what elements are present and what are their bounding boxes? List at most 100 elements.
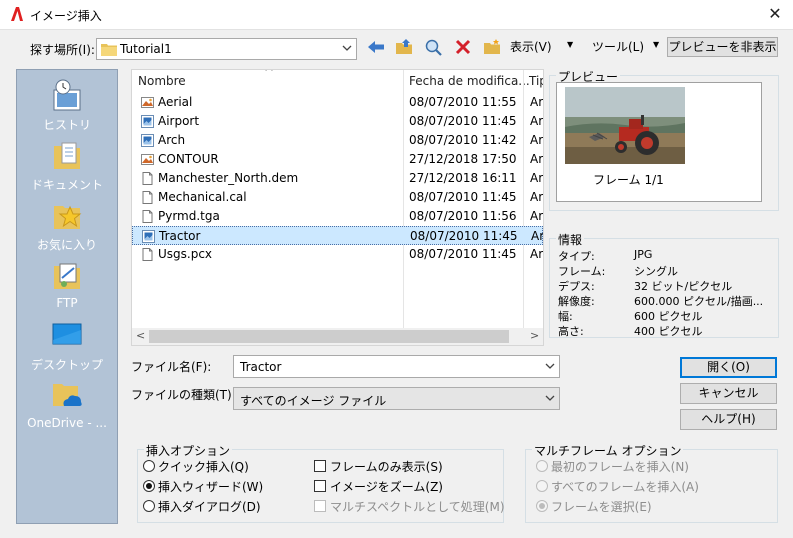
file-type: Arc <box>530 114 543 128</box>
file-row[interactable]: Arch 08/07/2010 11:42 Arc <box>132 131 543 150</box>
insert-wizard-label[interactable]: 挿入ウィザード(W) <box>158 478 263 495</box>
info-frame-label: フレーム: <box>558 265 606 278</box>
tractor-preview-image <box>565 87 685 164</box>
close-button[interactable]: ✕ <box>760 3 790 27</box>
insert-dialog-radio[interactable] <box>143 500 155 512</box>
view-menu[interactable]: 表示(V) <box>510 38 552 55</box>
documents-icon <box>54 142 80 169</box>
frames-only-checkbox[interactable] <box>314 460 326 472</box>
tools-menu[interactable]: ツール(L) <box>592 38 644 55</box>
chevron-down-icon[interactable] <box>545 361 555 371</box>
chevron-down-icon[interactable] <box>545 393 555 403</box>
help-button[interactable]: ヘルプ(H) <box>680 409 777 430</box>
lookin-label: 探す場所(I): <box>30 43 95 57</box>
insert-dialog-label[interactable]: 挿入ダイアログ(D) <box>158 498 261 515</box>
frames-only-label[interactable]: フレームのみ表示(S) <box>330 458 443 475</box>
insert-all-frames-label[interactable]: すべてのフレームを挿入(A) <box>551 478 699 495</box>
place-documents-label: ドキュメント <box>30 178 103 192</box>
file-date: 27/12/2018 16:11 <box>409 171 517 185</box>
info-type-label: タイプ: <box>558 250 595 263</box>
zoom-image-checkbox[interactable] <box>314 480 326 492</box>
filename-label: ファイル名(F): <box>131 360 212 374</box>
file-list[interactable]: ^ Nombre Fecha de modifica... Tip Aerial… <box>131 69 544 346</box>
tools-dropdown-icon[interactable]: ▼ <box>653 40 659 49</box>
place-onedrive[interactable]: OneDrive - ... <box>17 378 117 430</box>
lookin-combo[interactable]: Tutorial1 <box>96 38 357 60</box>
insert-first-frame-radio[interactable] <box>536 460 548 472</box>
scroll-left-icon[interactable]: < <box>136 329 145 342</box>
file-row[interactable]: Pyrmd.tga 08/07/2010 11:56 Arc <box>132 207 543 226</box>
info-frame-value: シングル <box>634 265 678 278</box>
file-name: CONTOUR <box>158 152 219 166</box>
file-row[interactable]: Tractor 08/07/2010 11:45 Arc <box>132 226 543 245</box>
delete-icon[interactable] <box>453 38 473 56</box>
folder-icon <box>101 44 117 56</box>
desktop-icon <box>52 323 82 345</box>
filetype-label: ファイルの種類(T): <box>131 388 236 402</box>
place-ftp-label: FTP <box>56 296 78 310</box>
insert-options-group: 挿入オプション クイック挿入(Q) 挿入ウィザード(W) 挿入ダイアログ(D) … <box>137 442 505 523</box>
info-depth-value: 32 ビット/ピクセル <box>634 280 733 293</box>
file-row[interactable]: Usgs.pcx 08/07/2010 11:45 Arc <box>132 245 543 264</box>
view-dropdown-icon[interactable]: ▼ <box>567 40 573 49</box>
info-height-value: 400 ピクセル <box>634 325 703 338</box>
column-header-type[interactable]: Tip <box>523 70 543 92</box>
filename-input[interactable]: Tractor <box>233 355 560 378</box>
file-type: Arc <box>530 171 543 185</box>
info-width-value: 600 ピクセル <box>634 310 703 323</box>
place-onedrive-label: OneDrive - ... <box>27 416 107 430</box>
file-row[interactable]: Mechanical.cal 08/07/2010 11:45 Arc <box>132 188 543 207</box>
file-row[interactable]: Manchester_North.dem 27/12/2018 16:11 Arc <box>132 169 543 188</box>
history-icon <box>53 79 81 111</box>
quick-insert-label[interactable]: クイック挿入(Q) <box>158 458 249 475</box>
info-title: 情報 <box>556 231 585 248</box>
select-frame-radio[interactable] <box>536 500 548 512</box>
zoom-image-label[interactable]: イメージをズーム(Z) <box>330 478 443 495</box>
horizontal-scrollbar[interactable]: < > <box>132 328 543 345</box>
file-name: Tractor <box>159 229 201 243</box>
multispectral-checkbox[interactable] <box>314 500 326 512</box>
column-header-name[interactable]: Nombre <box>132 70 402 92</box>
insert-options-title: 挿入オプション <box>144 442 233 459</box>
file-row[interactable]: CONTOUR 27/12/2018 17:50 Arc <box>132 150 543 169</box>
open-button[interactable]: 開く(O) <box>680 357 777 378</box>
place-ftp[interactable]: FTP <box>17 258 117 310</box>
file-name: Usgs.pcx <box>158 247 213 261</box>
file-row[interactable]: Aerial 08/07/2010 11:55 Arc <box>132 93 543 112</box>
insert-all-frames-radio[interactable] <box>536 480 548 492</box>
scroll-right-icon[interactable]: > <box>530 329 539 342</box>
info-width-label: 幅: <box>558 310 573 323</box>
place-favorites[interactable]: お気に入り <box>17 198 117 253</box>
multiframe-options-group: マルチフレーム オプション 最初のフレームを挿入(N) すべてのフレームを挿入(… <box>525 442 778 523</box>
place-documents[interactable]: ドキュメント <box>17 138 117 193</box>
place-history-label: ヒストリ <box>42 118 91 132</box>
search-web-icon[interactable] <box>423 38 443 56</box>
cancel-button[interactable]: キャンセル <box>680 383 777 404</box>
place-desktop[interactable]: デスクトップ <box>17 318 117 373</box>
filetype-select[interactable]: すべてのイメージ ファイル <box>233 387 560 410</box>
select-frame-label[interactable]: フレームを選択(E) <box>551 498 652 515</box>
column-header-date[interactable]: Fecha de modifica... <box>403 70 530 92</box>
file-date: 08/07/2010 11:42 <box>409 133 517 147</box>
multispectral-label[interactable]: マルチスペクトルとして処理(M) <box>330 498 505 515</box>
new-folder-icon[interactable] <box>482 38 502 56</box>
insert-first-frame-label[interactable]: 最初のフレームを挿入(N) <box>551 458 689 475</box>
hide-preview-button[interactable]: プレビューを非表示 <box>667 37 778 57</box>
up-folder-icon[interactable] <box>394 38 414 56</box>
file-type: Arc <box>530 209 543 223</box>
insert-wizard-radio[interactable] <box>143 480 155 492</box>
file-row[interactable]: Airport 08/07/2010 11:45 Arc <box>132 112 543 131</box>
places-sidebar: ヒストリ ドキュメント お気に入り FTP デスクトップ OneDrive - … <box>16 69 118 524</box>
quick-insert-radio[interactable] <box>143 460 155 472</box>
file-type: Arc <box>530 95 543 109</box>
file-type: Arc <box>530 133 543 147</box>
file-date: 08/07/2010 11:56 <box>409 209 517 223</box>
autocad-logo-icon <box>11 7 23 21</box>
file-date: 27/12/2018 17:50 <box>409 152 517 166</box>
back-arrow-icon[interactable] <box>366 38 386 56</box>
file-name: Pyrmd.tga <box>158 209 220 223</box>
place-history[interactable]: ヒストリ <box>17 78 117 133</box>
scrollbar-thumb[interactable] <box>149 330 509 343</box>
filename-value: Tractor <box>240 360 282 374</box>
file-type: Arc <box>531 229 544 243</box>
